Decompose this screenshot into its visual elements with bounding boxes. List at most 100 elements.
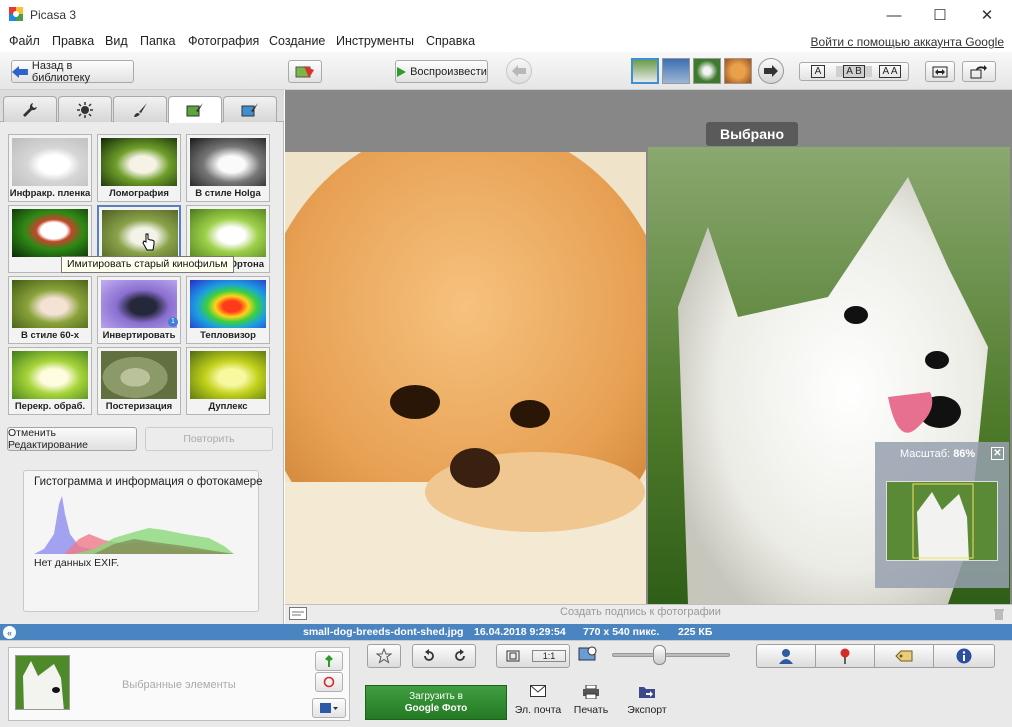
effect-posterize[interactable]: Постеризация — [97, 347, 181, 415]
rotate-right-icon — [454, 649, 465, 661]
caption-mode-group: A A B A A — [799, 62, 909, 81]
effect-sixties[interactable]: В стиле 60-х — [8, 276, 92, 344]
effect-invert[interactable]: 1 Инвертировать — [97, 276, 181, 344]
next-photo-button[interactable] — [758, 58, 784, 84]
effects-grid: Инфракр. пленка Ломография В стиле Holga… — [8, 134, 270, 415]
caption-mode-none[interactable]: A — [800, 65, 836, 78]
tab-effects-1[interactable] — [113, 96, 167, 122]
star-icon — [376, 648, 392, 664]
clear-selection-button[interactable] — [315, 672, 343, 692]
tab-tuning[interactable] — [58, 96, 112, 122]
previous-photo-button[interactable] — [506, 58, 532, 84]
zoom-slider-knob[interactable] — [653, 645, 666, 665]
filmstrip-thumb-westie[interactable] — [631, 58, 659, 84]
signin-link[interactable]: Войти с помощью аккаунта Google — [811, 35, 1004, 49]
maximize-button[interactable]: ☐ — [917, 0, 963, 30]
histogram-chart — [34, 496, 234, 554]
effect-tooltip: Имитировать старый кинофильм — [61, 256, 234, 273]
menu-tools[interactable]: Инструменты — [336, 34, 414, 48]
brush-icon — [134, 102, 147, 117]
tray-label: Выбранные элементы — [122, 679, 236, 691]
rotate-right-button[interactable] — [444, 645, 475, 667]
redo-button[interactable]: Повторить — [145, 427, 273, 451]
zoom-close-button[interactable]: ✕ — [991, 447, 1004, 460]
effect-thermal[interactable]: Тепловизор — [186, 276, 270, 344]
filmstrip-thumb-pomeranian[interactable] — [724, 58, 752, 84]
effect-cross-process[interactable]: Перекр. обраб. — [8, 347, 92, 415]
effect-holga[interactable]: В стиле Holga — [186, 134, 270, 202]
caption-mode-compare[interactable]: A B — [836, 65, 872, 78]
green-pin-icon — [325, 655, 333, 667]
geotag-button[interactable] — [815, 644, 875, 668]
printer-icon — [583, 685, 599, 699]
play-label: Воспроизвести — [410, 65, 487, 78]
pomeranian-photo[interactable] — [285, 152, 646, 604]
slideshow-gift-button[interactable] — [288, 60, 322, 83]
album-dropdown-button[interactable] — [312, 698, 346, 718]
rotate-left-icon — [423, 649, 434, 661]
caption-mode-dual[interactable]: A A — [872, 65, 908, 78]
filmstrip-thumb-house[interactable] — [662, 58, 690, 84]
caption-input[interactable]: Создать подпись к фотографии — [560, 606, 721, 618]
status-datetime: 16.04.2018 9:29:54 — [474, 626, 566, 638]
effect-lomo[interactable]: Ломография — [97, 134, 181, 202]
upload-google-photos-button[interactable]: Загрузить в Google Фото — [365, 685, 507, 720]
brush-photo-blue-icon — [241, 102, 258, 116]
menu-photo[interactable]: Фотография — [188, 34, 259, 48]
menu-create[interactable]: Создание — [269, 34, 325, 48]
email-button[interactable]: Эл. почта — [512, 685, 564, 716]
tray-thumbnail-image — [16, 656, 69, 709]
undo-edit-button[interactable]: Отменить Редактирование — [7, 427, 137, 451]
fit-icon — [506, 650, 520, 662]
zoom-fit-group: 1:1 — [496, 644, 570, 668]
print-button[interactable]: Печать — [566, 685, 616, 716]
rotate-group — [412, 644, 476, 668]
tab-basic-fixes[interactable] — [3, 96, 57, 122]
hand-cursor-icon — [142, 233, 155, 251]
collapse-tray-icon[interactable]: « — [3, 626, 16, 639]
menu-view[interactable]: Вид — [105, 34, 128, 48]
pin-button[interactable] — [315, 651, 343, 671]
fit-to-window-button[interactable] — [497, 645, 529, 667]
photo-gift-icon — [295, 65, 314, 78]
window-title: Picasa 3 — [30, 8, 77, 22]
minimize-button[interactable]: — — [871, 0, 917, 30]
export-button[interactable]: Экспорт — [622, 685, 672, 716]
effect-infrared[interactable]: Инфракр. пленка — [8, 134, 92, 202]
filmstrip-thumb-flower[interactable] — [693, 58, 721, 84]
flip-compare-button[interactable] — [962, 61, 996, 82]
tags-button[interactable] — [874, 644, 934, 668]
menu-file[interactable]: Файл — [9, 34, 40, 48]
close-button[interactable]: ✕ — [964, 0, 1010, 30]
back-to-library-button[interactable]: Назад в библиотеку — [11, 59, 134, 84]
rotate-left-button[interactable] — [413, 645, 444, 667]
export-folder-icon — [639, 687, 655, 698]
trash-icon[interactable] — [993, 607, 1005, 621]
actual-size-button[interactable]: 1:1 — [532, 650, 566, 662]
tab-effects-2[interactable] — [168, 96, 222, 123]
export-label: Экспорт — [627, 704, 667, 716]
effect-duotone[interactable]: Дуплекс — [186, 347, 270, 415]
tab-effects-3[interactable] — [223, 96, 277, 122]
zoom-slider[interactable] — [612, 653, 730, 657]
people-button[interactable] — [756, 644, 816, 668]
tray-thumbnail[interactable] — [15, 655, 70, 710]
play-slideshow-button[interactable]: Воспроизвести — [395, 60, 488, 83]
zoom-out-icon[interactable] — [578, 645, 600, 666]
picasa-window: { "window": { "title": "Picasa 3", "cont… — [0, 0, 1012, 727]
play-icon — [397, 66, 407, 77]
upload-line2: Google Фото — [404, 703, 468, 714]
menu-help[interactable]: Справка — [426, 34, 475, 48]
back-to-library-label: Назад в библиотеку — [31, 59, 91, 84]
swap-arrows-icon — [932, 66, 948, 77]
menu-folder[interactable]: Папка — [140, 34, 175, 48]
info-button[interactable] — [933, 644, 995, 668]
swap-view-button[interactable] — [925, 61, 955, 82]
upload-line1: Загрузить в — [409, 691, 463, 702]
zoom-thumbnail[interactable] — [886, 481, 998, 561]
effect-badge-icon: 1 — [168, 317, 178, 327]
caption-edit-icon[interactable] — [289, 607, 307, 620]
star-button[interactable] — [367, 644, 401, 668]
menu-edit[interactable]: Правка — [52, 34, 94, 48]
histogram-title: Гистограмма и информация о фотокамере — [34, 476, 263, 488]
